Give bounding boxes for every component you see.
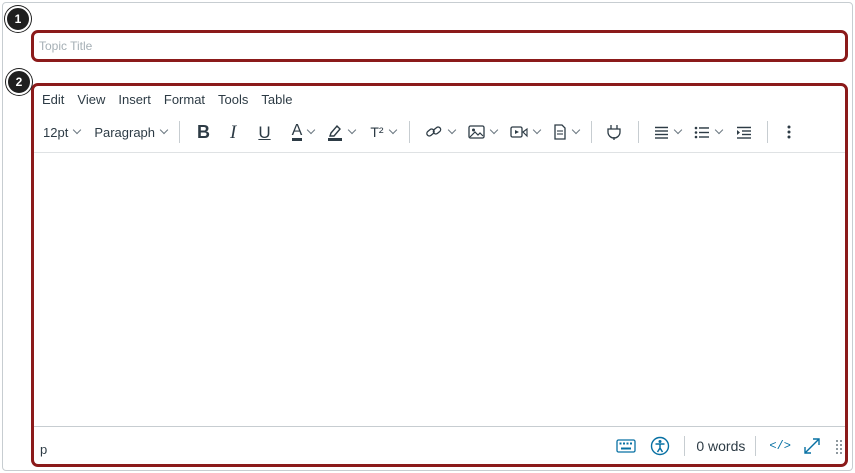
plug-icon: [606, 124, 621, 140]
html-editor-toggle[interactable]: </>: [769, 432, 791, 460]
image-icon: [467, 125, 485, 139]
chevron-down-icon: [388, 125, 397, 135]
fullscreen-icon: [804, 438, 820, 454]
align-button[interactable]: [654, 118, 682, 146]
document-button[interactable]: [553, 118, 580, 146]
chevron-down-icon: [673, 125, 682, 135]
chevron-down-icon: [532, 125, 541, 135]
highlighter-icon: [328, 124, 343, 141]
fullscreen-button[interactable]: [803, 432, 821, 460]
superscript-button[interactable]: T²: [370, 118, 397, 146]
topic-title-input[interactable]: [36, 35, 843, 57]
editor-toolbar: 12pt Paragraph B I U A T²: [34, 114, 845, 150]
image-button[interactable]: [467, 118, 498, 146]
toolbar-divider: [766, 121, 768, 143]
toolbar-divider: [590, 121, 592, 143]
chevron-down-icon: [307, 125, 316, 135]
callout-badge-2: 2: [6, 69, 32, 95]
topic-title-field-highlight: [31, 30, 848, 62]
block-format-dropdown[interactable]: Paragraph: [94, 118, 169, 146]
rich-content-editor: Edit View Insert Format Tools Table 12pt…: [31, 83, 848, 467]
chevron-down-icon: [489, 125, 498, 135]
toolbar-divider: [637, 121, 639, 143]
italic-button[interactable]: I: [230, 118, 236, 146]
more-options-button[interactable]: [787, 118, 791, 146]
media-icon: [509, 126, 528, 138]
accessibility-icon: [651, 436, 670, 456]
drag-handle-icon: [836, 440, 842, 454]
block-format-value: Paragraph: [94, 124, 156, 140]
element-path[interactable]: p: [40, 442, 47, 457]
menu-format[interactable]: Format: [164, 91, 205, 109]
italic-icon: I: [230, 121, 237, 143]
discussion-editor-panel: Edit View Insert Format Tools Table 12pt…: [2, 2, 853, 471]
chevron-down-icon: [348, 125, 357, 135]
indent-button[interactable]: [736, 118, 752, 146]
menu-edit[interactable]: Edit: [42, 91, 64, 109]
chevron-down-icon: [447, 125, 456, 135]
list-button[interactable]: [694, 118, 723, 146]
editor-content-area[interactable]: [34, 152, 845, 426]
chevron-down-icon: [73, 125, 82, 135]
font-size-value: 12pt: [43, 124, 69, 140]
keyboard-icon: [616, 439, 637, 453]
text-color-button[interactable]: A: [291, 118, 316, 146]
align-left-icon: [654, 126, 668, 139]
toolbar-divider: [179, 121, 181, 143]
keyboard-shortcuts-button[interactable]: [616, 432, 637, 460]
chevron-down-icon: [571, 125, 580, 135]
menu-view[interactable]: View: [77, 91, 105, 109]
superscript-icon: T²: [370, 124, 384, 140]
toolbar-divider: [408, 121, 410, 143]
bold-icon: B: [197, 122, 211, 142]
underline-icon: U: [258, 122, 271, 142]
statusbar-divider: [684, 436, 686, 456]
chevron-down-icon: [159, 125, 169, 135]
underline-button[interactable]: U: [258, 118, 270, 146]
document-icon: [553, 124, 566, 140]
accessibility-checker-button[interactable]: [650, 432, 670, 460]
highlight-color-button[interactable]: [327, 118, 357, 146]
resize-handle[interactable]: [835, 432, 843, 460]
word-count: 0 words: [696, 438, 746, 454]
link-button[interactable]: [425, 118, 456, 146]
menu-insert[interactable]: Insert: [118, 91, 151, 109]
font-size-dropdown[interactable]: 12pt: [43, 118, 82, 146]
callout-badge-1: 1: [5, 6, 31, 32]
link-icon: [425, 126, 441, 137]
media-button[interactable]: [509, 118, 541, 146]
bullet-list-icon: [694, 126, 709, 138]
statusbar-divider: [755, 436, 757, 456]
text-color-icon: A: [291, 122, 303, 141]
apps-plugin-button[interactable]: [606, 118, 622, 146]
chevron-down-icon: [714, 125, 723, 135]
statusbar-controls: 0 words </>: [616, 435, 845, 457]
editor-statusbar: p 0 words </>: [34, 426, 845, 464]
indent-icon: [736, 126, 751, 139]
editor-menubar: Edit View Insert Format Tools Table: [42, 91, 305, 109]
menu-tools[interactable]: Tools: [218, 91, 248, 109]
more-vertical-icon: [787, 125, 791, 139]
bold-button[interactable]: B: [197, 118, 210, 146]
menu-table[interactable]: Table: [261, 91, 292, 109]
